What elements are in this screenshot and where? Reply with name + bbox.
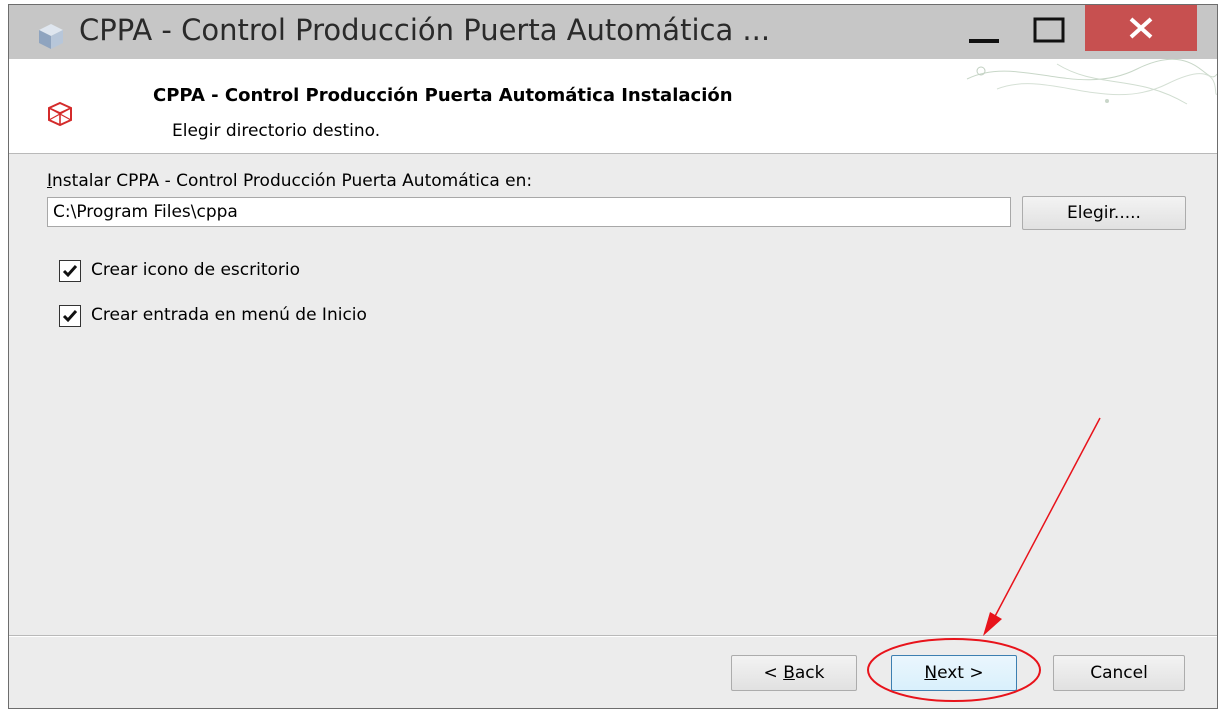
close-button[interactable] <box>1085 5 1197 51</box>
header-title: CPPA - Control Producción Puerta Automát… <box>153 85 733 106</box>
decorative-swirl <box>966 59 1217 105</box>
minimize-icon <box>969 39 999 43</box>
close-icon <box>1129 17 1153 39</box>
checkmark-icon <box>62 310 78 323</box>
install-location-label: Instalar CPPA - Control Producción Puert… <box>47 171 532 191</box>
checkmark-icon <box>62 265 78 278</box>
footer-divider <box>9 635 1217 637</box>
back-button[interactable]: < Back <box>731 655 857 691</box>
next-mnemonic: N <box>924 663 938 683</box>
browse-button[interactable]: Elegir..... <box>1022 196 1186 230</box>
header-subtitle: Elegir directorio destino. <box>172 121 381 141</box>
desktop-icon-label: Crear icono de escritorio <box>91 260 301 280</box>
installer-window: CPPA - Control Producción Puerta Automát… <box>8 4 1218 709</box>
title-bar[interactable]: CPPA - Control Producción Puerta Automát… <box>9 5 1217 59</box>
back-rest: ack <box>794 663 825 683</box>
maximize-icon <box>1033 17 1065 43</box>
app-cube-icon <box>39 24 63 49</box>
start-menu-label: Crear entrada en menú de Inicio <box>91 305 367 325</box>
back-mnemonic: B <box>783 663 795 683</box>
start-menu-checkbox[interactable] <box>59 305 81 327</box>
desktop-icon-checkbox[interactable] <box>59 260 81 282</box>
wizard-header: CPPA - Control Producción Puerta Automát… <box>9 59 1217 154</box>
cancel-button[interactable]: Cancel <box>1053 655 1185 691</box>
next-button[interactable]: Next > <box>891 655 1017 691</box>
cube-icon <box>48 101 72 127</box>
label-text: nstalar CPPA - Control Producción Puerta… <box>52 171 533 191</box>
maximize-button[interactable] <box>1019 5 1079 59</box>
window-title: CPPA - Control Producción Puerta Automát… <box>79 13 771 47</box>
minimize-button[interactable] <box>957 5 1017 59</box>
back-prefix: < <box>763 663 784 683</box>
next-rest: ext > <box>937 663 984 683</box>
install-path-input[interactable] <box>47 197 1011 227</box>
